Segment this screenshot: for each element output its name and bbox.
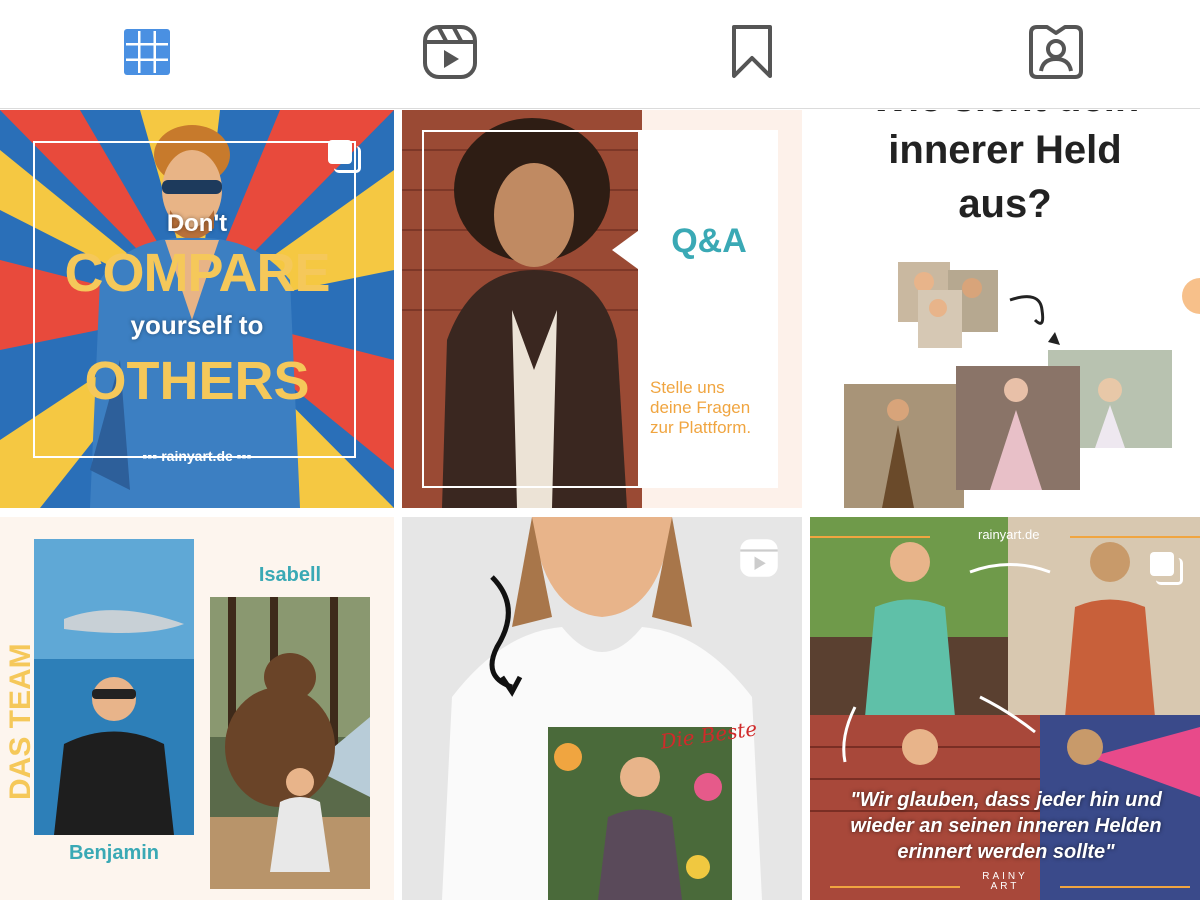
tab-saved[interactable] (722, 22, 782, 82)
post-1-line-4: OTHERS (84, 351, 310, 411)
diver-photo (34, 539, 194, 835)
profile-tab-bar (0, 0, 1200, 109)
post-1-dont-compare[interactable]: Don't COMPARE yourself to OTHERS ▪▪▪ rai… (0, 110, 394, 508)
post-1-line-1: Don't (166, 210, 228, 237)
qa-title: Q&A (671, 222, 747, 260)
rainy-art-logo: RAINY ART (982, 871, 1028, 892)
post-1-line-3: yourself to (130, 310, 264, 340)
reels-icon (423, 25, 477, 79)
qa-body: Stelle uns deine Fragen zur Plattform. (650, 378, 752, 437)
post-1-footer: ▪▪▪ rainyart.de ▪▪▪ (142, 448, 252, 464)
team-name-benjamin: Benjamin (68, 842, 160, 864)
bear-camp-photo (210, 597, 370, 889)
post-3-title-1: innerer Held (888, 128, 1122, 172)
post-4-das-team[interactable]: DAS TEAM Benjamin Isabell (0, 517, 394, 900)
watermark-rainyart: rainyart.de (978, 527, 1040, 542)
tab-posts-grid[interactable] (117, 22, 177, 82)
white-frame (422, 130, 640, 488)
team-name-isabell: Isabell (258, 564, 322, 586)
bookmark-icon (732, 25, 772, 78)
tab-tagged[interactable] (1026, 22, 1086, 82)
multi-image-icon (328, 140, 361, 173)
posts-grid: Don't COMPARE yourself to OTHERS ▪▪▪ rai… (0, 110, 1200, 900)
post-3-title-2: aus? (958, 182, 1052, 226)
reel-icon (740, 539, 778, 577)
tagged-person-icon (1029, 25, 1083, 79)
tab-reels[interactable] (420, 22, 480, 82)
flower-portrait-print (548, 727, 732, 900)
grid-icon (124, 29, 170, 75)
post-5-tshirt[interactable]: Die Beste (402, 517, 802, 900)
post-1-line-2: COMPARE (64, 243, 330, 303)
multi-image-icon (1150, 552, 1183, 585)
post-3-partial-title: Wie sieht dein (810, 110, 1200, 121)
hero-collage (844, 262, 1172, 508)
post-3-inner-hero[interactable]: Wie sieht dein innerer Held aus? (810, 110, 1200, 508)
speech-pointer (612, 228, 642, 272)
post-2-qa[interactable]: Q&A Stelle uns deine Fragen zur Plattfor… (402, 110, 802, 508)
quote-text: "Wir glauben, dass jeder hin und wieder … (850, 789, 1162, 863)
post-6-quote[interactable]: rainyart.de "Wir glauben, dass jeder hin… (810, 517, 1200, 900)
